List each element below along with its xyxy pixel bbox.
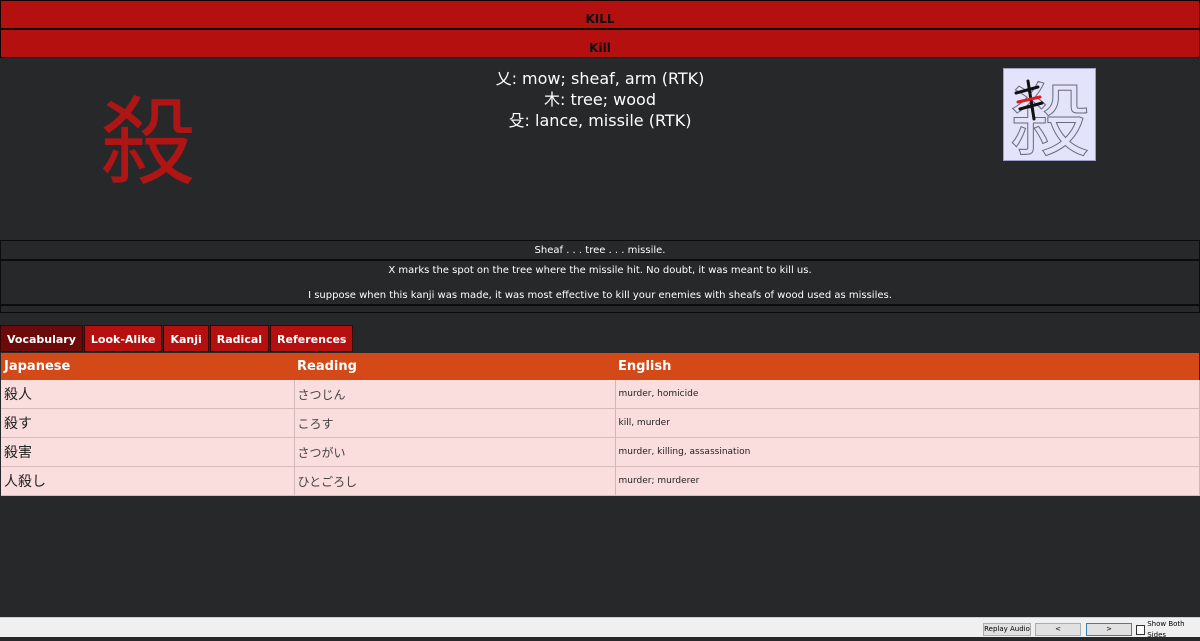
mnemonic-story: X marks the spot on the tree where the m…: [0, 260, 1200, 305]
cell-reading: ひとごろし: [294, 466, 616, 496]
mnemonic-line: I suppose when this kanji was made, it w…: [308, 290, 892, 301]
cell-reading: さつじん: [294, 380, 616, 409]
empty-note: [0, 305, 1200, 313]
tab-look-alike[interactable]: Look-Alike: [83, 325, 163, 352]
tab-vocabulary[interactable]: Vocabulary: [0, 325, 83, 352]
kanji-components: 乂: mow; sheaf, arm (RTK) 木: tree; wood 殳…: [400, 68, 800, 131]
cell-reading: さつがい: [294, 437, 616, 467]
cell-japanese: 殺害: [1, 437, 295, 467]
header-japanese: Japanese: [1, 353, 294, 380]
stroke-outline-glyph: 殺: [1010, 75, 1090, 161]
header-english: English: [615, 353, 1199, 380]
replay-audio-button[interactable]: Replay Audio: [983, 623, 1031, 636]
cell-english: murder, homicide: [615, 380, 1200, 409]
kanji-character: 殺: [100, 87, 196, 199]
table-row: 殺す ころす kill, murder: [1, 408, 1200, 438]
tab-kanji[interactable]: Kanji: [163, 325, 209, 352]
vocabulary-table: Japanese Reading English 殺人 さつじん murder,…: [1, 353, 1200, 496]
previous-button[interactable]: <: [1035, 623, 1081, 636]
cell-english: kill, murder: [615, 408, 1200, 438]
cell-reading: ころす: [294, 408, 616, 438]
cell-japanese: 人殺し: [1, 466, 295, 496]
show-both-sides-checkbox[interactable]: [1136, 625, 1146, 635]
table-row: 人殺し ひとごろし murder; murderer: [1, 466, 1200, 496]
tab-bar: Vocabulary Look-Alike Kanji Radical Refe…: [0, 325, 354, 352]
keyword-banner: Kill: [0, 29, 1200, 58]
keyword-banner-upper: KILL: [0, 0, 1200, 29]
table-row: 殺人 さつじん murder, homicide: [1, 380, 1200, 409]
table-header-row: Japanese Reading English: [1, 353, 1199, 380]
show-both-sides-toggle[interactable]: Show Both Sides: [1136, 620, 1200, 639]
next-button[interactable]: >: [1086, 623, 1132, 636]
tab-radical[interactable]: Radical: [209, 325, 270, 352]
table-row: 殺害 さつがい murder, killing, assassination: [1, 437, 1200, 467]
stroke-order-svg: 殺: [1010, 75, 1091, 161]
component-line: 殳: lance, missile (RTK): [508, 111, 692, 130]
mnemonic-line: X marks the spot on the tree where the m…: [388, 265, 812, 276]
component-line: 乂: mow; sheaf, arm (RTK): [495, 69, 705, 88]
show-both-sides-label: Show Both Sides: [1147, 620, 1185, 639]
stroke-order-diagram[interactable]: 殺: [1003, 68, 1096, 161]
cell-japanese: 殺す: [1, 408, 295, 438]
review-toolbar: Replay Audio < > Show Both Sides: [0, 617, 1200, 639]
header-reading: Reading: [294, 353, 615, 380]
tab-references[interactable]: References: [270, 325, 354, 352]
component-line: 木: tree; wood: [544, 90, 656, 109]
mnemonic-summary: Sheaf . . . tree . . . missile.: [0, 240, 1200, 260]
cell-english: murder, killing, assassination: [615, 437, 1200, 467]
cell-japanese: 殺人: [1, 380, 295, 409]
cell-english: murder; murderer: [615, 466, 1200, 496]
